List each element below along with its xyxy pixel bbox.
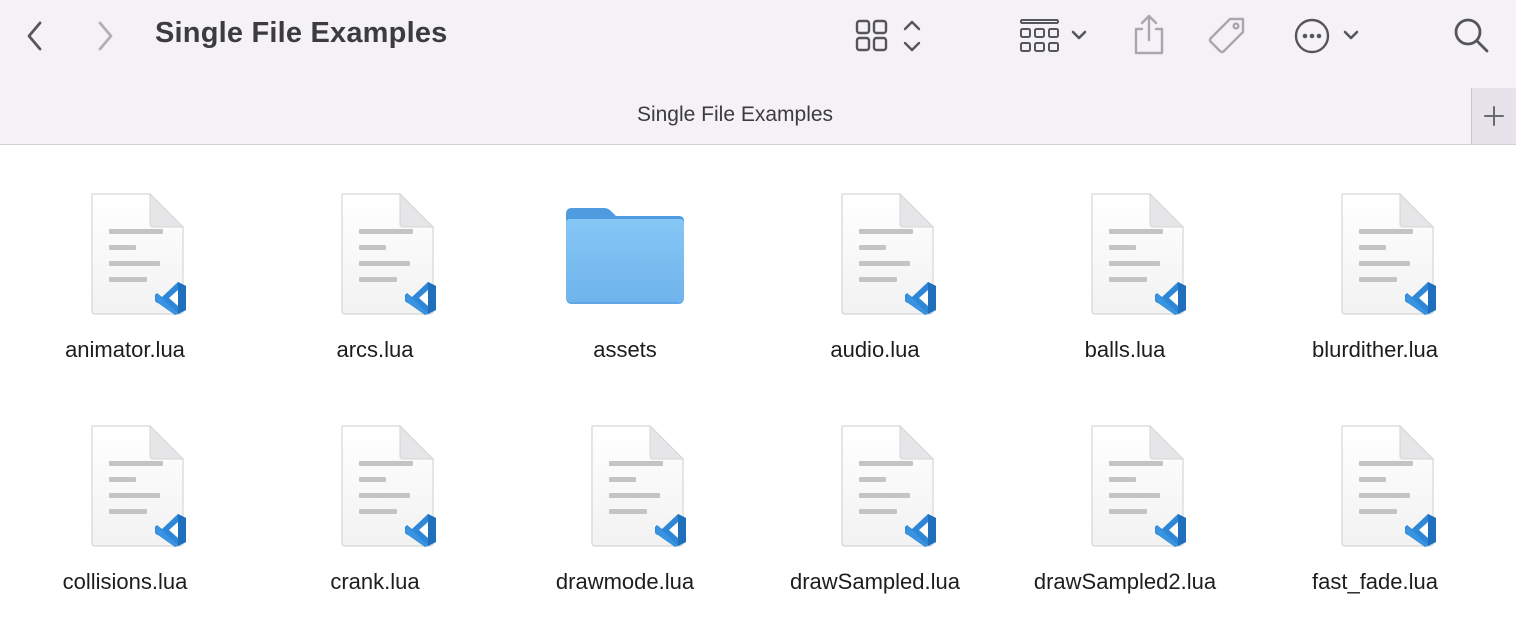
chevron-right-icon: [98, 21, 113, 51]
chevron-left-icon: [27, 21, 42, 51]
lua-file-icon: [341, 192, 436, 315]
tab-bar: Single File Examples: [0, 72, 1516, 145]
finder-window: Single File Examples Single File Example…: [0, 0, 1516, 636]
forward-button[interactable]: [88, 18, 122, 54]
item-icon: [555, 422, 695, 562]
lua-file-icon: [91, 424, 186, 547]
lua-file-icon: [841, 424, 936, 547]
share-button[interactable]: [1128, 12, 1170, 58]
item-label: collisions.lua: [62, 569, 188, 594]
tab-single-file-examples[interactable]: Single File Examples: [0, 103, 1470, 127]
file-item[interactable]: drawSampled2.lua: [1000, 378, 1250, 610]
item-label: assets: [593, 337, 657, 362]
search-icon: [1454, 18, 1489, 53]
file-item[interactable]: collisions.lua: [0, 378, 250, 610]
back-button[interactable]: [18, 18, 52, 54]
grid-view-icon: [855, 19, 921, 52]
file-item[interactable]: animator.lua: [0, 146, 250, 378]
file-item[interactable]: drawmode.lua: [500, 378, 750, 610]
lua-file-icon: [91, 192, 186, 315]
ellipsis-circle-icon: [1294, 18, 1359, 54]
share-icon: [1134, 14, 1164, 55]
toolbar: Single File Examples: [0, 0, 1516, 72]
item-icon: [1305, 190, 1445, 330]
new-tab-button[interactable]: [1471, 88, 1516, 144]
item-label: drawSampled2.lua: [1033, 569, 1217, 594]
plus-icon: [1484, 106, 1504, 126]
file-item[interactable]: crank.lua: [250, 378, 500, 610]
view-mode-button[interactable]: [852, 16, 928, 56]
lua-file-icon: [591, 424, 686, 547]
lua-file-icon: [841, 192, 936, 315]
item-label: arcs.lua: [336, 337, 414, 362]
item-label: balls.lua: [1084, 337, 1166, 362]
item-icon: [1055, 190, 1195, 330]
lua-file-icon: [1341, 192, 1436, 315]
lua-file-icon: [341, 424, 436, 547]
item-label: drawmode.lua: [555, 569, 695, 594]
item-icon: [555, 190, 695, 330]
window-title: Single File Examples: [155, 17, 448, 49]
file-item[interactable]: arcs.lua: [250, 146, 500, 378]
item-icon: [1305, 422, 1445, 562]
file-item[interactable]: blurdither.lua: [1250, 146, 1500, 378]
file-grid: animator.lua arcs.lua assets audio.lua b…: [0, 146, 1516, 636]
item-label: animator.lua: [65, 337, 185, 362]
file-item[interactable]: audio.lua: [750, 146, 1000, 378]
folder-icon: [566, 208, 684, 304]
item-label: audio.lua: [830, 337, 920, 362]
tag-icon: [1208, 17, 1245, 54]
item-icon: [305, 422, 445, 562]
item-icon: [805, 190, 945, 330]
item-icon: [1055, 422, 1195, 562]
item-icon: [805, 422, 945, 562]
more-actions-button[interactable]: [1292, 16, 1364, 56]
file-item[interactable]: balls.lua: [1000, 146, 1250, 378]
file-item[interactable]: drawSampled.lua: [750, 378, 1000, 610]
group-by-button[interactable]: [1016, 16, 1092, 56]
lua-file-icon: [1341, 424, 1436, 547]
item-icon: [55, 422, 195, 562]
item-label: fast_fade.lua: [1312, 569, 1438, 594]
lua-file-icon: [1091, 192, 1186, 315]
item-icon: [55, 190, 195, 330]
item-label: blurdither.lua: [1312, 337, 1438, 362]
tag-button[interactable]: [1206, 14, 1250, 58]
file-item[interactable]: fast_fade.lua: [1250, 378, 1500, 610]
group-by-icon: [1020, 19, 1087, 52]
item-icon: [305, 190, 445, 330]
item-label: crank.lua: [330, 569, 420, 594]
lua-file-icon: [1091, 424, 1186, 547]
folder-item[interactable]: assets: [500, 146, 750, 378]
search-button[interactable]: [1450, 14, 1492, 56]
item-label: drawSampled.lua: [790, 569, 960, 594]
